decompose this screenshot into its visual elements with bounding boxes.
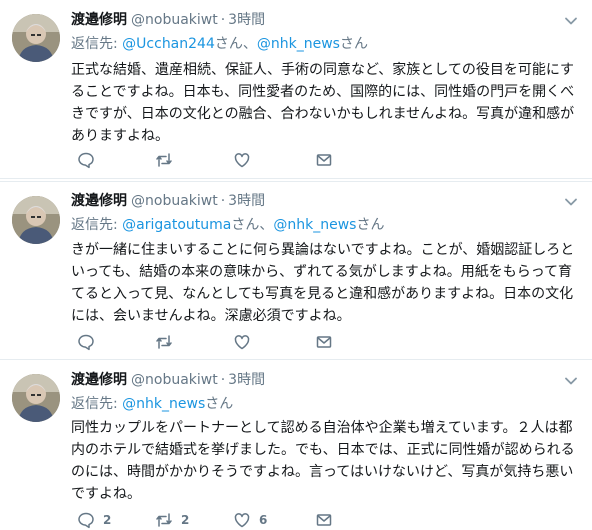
like-count: 6 [259,513,268,527]
mention-link[interactable]: @arigatoutuma [122,217,231,233]
reply-context: 返信先: @arigatoutumaさん、@nhk_newsさん [71,215,384,235]
retweet-button[interactable] [155,332,181,352]
mention-link[interactable]: @nhk_news [257,36,340,52]
tweet-text: 同性カップルをパートナーとして認める自治体や企業も増えています。２人は都内のホテ… [71,420,575,502]
like-button[interactable]: 6 [233,510,267,530]
like-button[interactable] [233,332,259,352]
reply-sep: さん、 [231,217,274,233]
like-icon [234,335,250,350]
tweet-text: きが一緒に住まいすることに何ら異論はないですよね。ことが、婚姻認証しろといっても… [71,242,575,324]
timestamp[interactable]: 3時間 [228,372,265,388]
avatar[interactable] [12,14,60,62]
display-name[interactable]: 渡邉修明 [71,372,127,388]
reply-context: 返信先: @Ucchan244さん、@nhk_newsさん [71,34,368,54]
reply-button[interactable]: 2 [77,510,111,530]
tweet-separator [0,178,592,179]
reply-icon [78,334,94,351]
chevron-down-icon[interactable] [564,374,578,388]
tweet-header: 渡邉修明 @nobuakiwt · 3時間 [71,191,265,211]
message-button[interactable] [315,510,333,530]
reply-count: 2 [103,513,112,527]
timestamp[interactable]: 3時間 [228,12,265,28]
tweet-3[interactable]: 渡邉修明 @nobuakiwt · 3時間 返信先: @nhk_newsさん 同性カッ… [0,360,592,530]
reply-sep: さん [356,217,385,233]
display-name[interactable]: 渡邉修明 [71,193,127,209]
avatar[interactable] [12,196,60,244]
mention-link[interactable]: @Ucchan244 [122,36,215,52]
timestamp[interactable]: 3時間 [228,193,265,209]
reply-sep: さん、 [214,36,257,52]
message-icon [316,154,332,166]
reply-context: 返信先: @nhk_newsさん [71,394,233,414]
retweet-icon [156,513,172,527]
avatar[interactable] [12,374,60,422]
chevron-down-icon[interactable] [564,14,578,28]
reply-prefix: 返信先: [71,36,123,52]
message-button[interactable] [315,332,333,352]
reply-sep: さん [205,396,234,412]
header-dot: · [220,193,226,209]
header-dot: · [220,372,226,388]
like-icon [234,513,250,528]
tweet-text: 正式な結婚、遺産相続、保証人、手術の同意など、家族としての役目を可能にすることで… [71,62,575,144]
tweet-1[interactable]: 渡邉修明 @nobuakiwt · 3時間 返信先: @Ucchan244さん、@nh… [0,0,592,178]
user-handle[interactable]: @nobuakiwt [131,193,218,209]
chevron-down-icon[interactable] [564,195,578,209]
user-handle[interactable]: @nobuakiwt [131,12,218,28]
retweet-icon [156,153,172,167]
message-button[interactable] [315,150,333,170]
retweet-count: 2 [181,513,190,527]
tweet-2[interactable]: 渡邉修明 @nobuakiwt · 3時間 返信先: @arigatoutumaさん、… [0,182,592,359]
retweet-button[interactable] [155,150,181,170]
tweet-actions [71,150,491,170]
message-icon [316,336,332,348]
reply-prefix: 返信先: [71,396,123,412]
mention-link[interactable]: @nhk_news [122,396,205,412]
reply-button[interactable] [77,332,103,352]
like-button[interactable] [233,150,259,170]
message-icon [316,514,332,526]
tweet-actions [71,332,491,352]
reply-prefix: 返信先: [71,217,123,233]
user-handle[interactable]: @nobuakiwt [131,372,218,388]
reply-button[interactable] [77,150,103,170]
retweet-button[interactable]: 2 [155,510,189,530]
display-name[interactable]: 渡邉修明 [71,12,127,28]
reply-icon [78,152,94,169]
tweet-header: 渡邉修明 @nobuakiwt · 3時間 [71,10,265,30]
reply-icon [78,512,94,529]
tweet-header: 渡邉修明 @nobuakiwt · 3時間 [71,370,265,390]
reply-sep: さん [339,36,368,52]
retweet-icon [156,335,172,349]
mention-link[interactable]: @nhk_news [273,217,356,233]
header-dot: · [220,12,226,28]
like-icon [234,153,250,168]
tweet-actions: 2 2 6 [71,510,491,530]
